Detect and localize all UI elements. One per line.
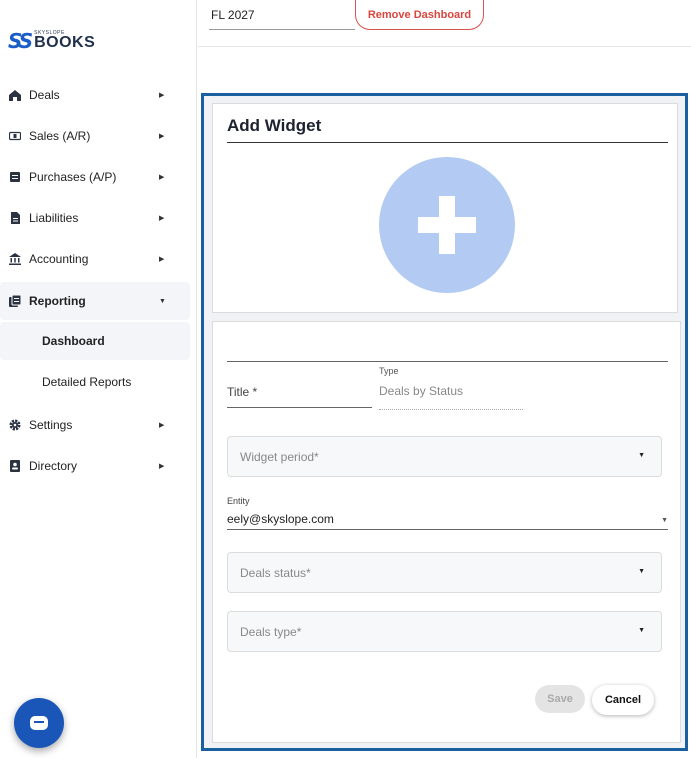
dashboard-select[interactable]: FL 2027 <box>209 0 355 30</box>
title-input-label: Title * <box>227 385 258 399</box>
chat-bubble-icon <box>30 716 48 730</box>
deals-status-select[interactable]: Deals status* ▼ <box>227 552 662 593</box>
bank-icon <box>9 253 21 265</box>
dollar-bill-icon <box>8 130 22 142</box>
divider <box>198 46 691 47</box>
caret-down-icon: ▼ <box>638 627 645 634</box>
add-widget-card: Add Widget <box>212 103 678 313</box>
type-value: Deals by Status <box>379 384 464 398</box>
sidebar-item-purchases[interactable]: Purchases (A/P) ▶ <box>0 158 190 196</box>
entity-caption: Entity <box>227 496 250 506</box>
sidebar-item-label: Settings <box>29 418 73 432</box>
sidebar-item-deals[interactable]: Deals ▶ <box>0 76 190 114</box>
sidebar-item-label: Sales (A/R) <box>29 129 91 143</box>
add-widget-heading: Add Widget <box>227 116 322 135</box>
chevron-right-icon: ▶ <box>159 463 165 470</box>
logo-big-text: BOOKS <box>34 34 96 51</box>
chevron-right-icon: ▶ <box>159 215 165 222</box>
title-input[interactable]: Title * <box>227 380 372 408</box>
add-widget-plus-button[interactable] <box>379 157 515 293</box>
sidebar: SS SKYSLOPE BOOKS Deals ▶ Sales (A/R) ▶ … <box>0 0 197 758</box>
logo-mark: SS <box>8 29 33 53</box>
divider <box>227 142 668 143</box>
sidebar-item-settings[interactable]: Settings ▶ <box>0 406 190 444</box>
sidebar-item-sales[interactable]: Sales (A/R) ▶ <box>0 117 190 155</box>
document-icon <box>9 212 21 224</box>
chevron-right-icon: ▶ <box>159 174 165 181</box>
gear-icon <box>9 419 21 431</box>
deals-type-placeholder: Deals type* <box>240 625 302 639</box>
chevron-right-icon: ▶ <box>159 133 165 140</box>
sidebar-item-liabilities[interactable]: Liabilities ▶ <box>0 199 190 237</box>
sidebar-subitem-dashboard[interactable]: Dashboard <box>0 322 190 360</box>
sidebar-item-label: Accounting <box>29 252 89 266</box>
sidebar-item-label: Deals <box>29 88 60 102</box>
type-field: Type Deals by Status <box>379 364 523 410</box>
type-caption: Type <box>379 366 399 376</box>
sidebar-subitem-detailed-reports[interactable]: Detailed Reports <box>0 363 190 401</box>
widget-period-placeholder: Widget period* <box>240 450 319 464</box>
sidebar-subitem-label: Detailed Reports <box>42 375 132 389</box>
widget-form-card: Title * Type Deals by Status Widget peri… <box>212 321 681 743</box>
chevron-right-icon: ▶ <box>159 256 165 263</box>
caret-down-icon: ▼ <box>638 568 645 575</box>
skyslope-books-logo[interactable]: SS SKYSLOPE BOOKS <box>8 29 96 53</box>
chevron-right-icon: ▶ <box>159 92 165 99</box>
entity-select[interactable]: Entity eely@skyslope.com ▼ <box>227 494 668 530</box>
chevron-down-icon: ▼ <box>159 297 166 305</box>
dashboard-select-value: FL 2027 <box>211 8 255 22</box>
report-icon <box>9 294 22 307</box>
sidebar-item-label: Purchases (A/P) <box>29 170 117 184</box>
caret-down-icon: ▼ <box>638 452 645 459</box>
cancel-button[interactable]: Cancel <box>592 685 654 715</box>
sidebar-item-reporting[interactable]: Reporting ▼ <box>0 282 190 320</box>
sidebar-item-label: Reporting <box>29 294 86 308</box>
divider <box>227 361 668 362</box>
contacts-icon <box>9 460 21 472</box>
deals-status-placeholder: Deals status* <box>240 566 311 580</box>
receipt-icon <box>9 171 21 183</box>
save-button[interactable]: Save <box>535 685 585 713</box>
chat-support-button[interactable] <box>14 698 64 748</box>
sidebar-item-accounting[interactable]: Accounting ▶ <box>0 240 190 278</box>
sidebar-subitem-label: Dashboard <box>42 334 105 348</box>
sidebar-item-label: Liabilities <box>29 211 79 225</box>
remove-dashboard-button[interactable]: Remove Dashboard <box>355 0 484 30</box>
sidebar-item-directory[interactable]: Directory ▶ <box>0 447 190 485</box>
deals-type-select[interactable]: Deals type* ▼ <box>227 611 662 652</box>
entity-value: eely@skyslope.com <box>227 512 334 526</box>
sidebar-item-label: Directory <box>29 459 78 473</box>
chevron-right-icon: ▶ <box>159 422 165 429</box>
house-icon <box>9 89 21 101</box>
widget-period-select[interactable]: Widget period* ▼ <box>227 436 662 477</box>
caret-down-icon: ▼ <box>661 517 668 524</box>
